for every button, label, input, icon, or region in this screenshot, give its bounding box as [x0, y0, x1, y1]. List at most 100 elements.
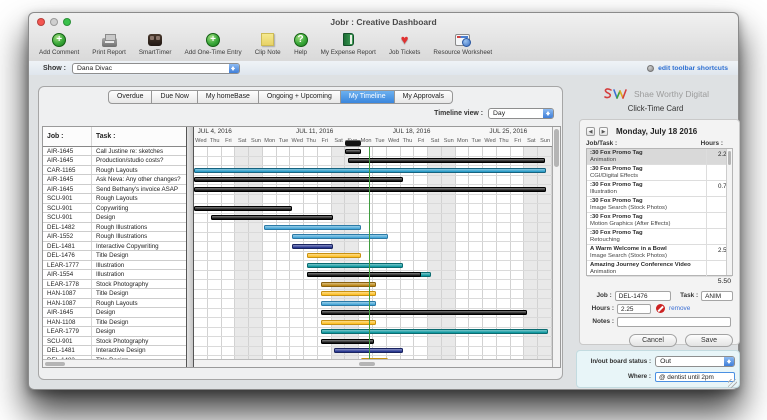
table-row[interactable]: DEL-1481Interactive Copywriting [43, 242, 186, 252]
prev-day-button[interactable]: ◀ [586, 127, 595, 136]
table-row[interactable]: LEAR-1779Design [43, 327, 186, 337]
edit-toolbar-shortcuts-link[interactable]: edit toolbar shortcuts [647, 65, 728, 72]
titlebar[interactable]: Jobr : Creative Dashboard [29, 13, 738, 30]
toolbar-item-resource-worksheet[interactable]: Resource Worksheet [433, 31, 492, 56]
gantt-bar-black[interactable] [321, 310, 528, 315]
minimize-button[interactable] [50, 18, 58, 26]
gantt-row[interactable] [194, 318, 552, 328]
toolbar-item-smart-timer[interactable]: SmartTimer [139, 31, 172, 56]
table-row[interactable]: AIR-1645Call Justine re: sketches [43, 147, 186, 157]
save-button[interactable]: Save [685, 334, 733, 347]
gantt-bar-black[interactable] [194, 177, 403, 182]
table-row[interactable]: SCU-901Rough Layouts [43, 194, 186, 204]
hours-field[interactable]: 2.25 [617, 304, 651, 314]
table-row[interactable]: AIR-1554Illustration [43, 270, 186, 280]
gantt-row[interactable] [194, 347, 552, 357]
timeline-hscroll-thumb[interactable] [359, 362, 375, 367]
time-entry-row[interactable]: :30 Fox Promo TagMotion Graphics (After … [587, 213, 732, 229]
gantt-bar-black[interactable] [307, 272, 421, 277]
table-row[interactable]: HAN-1087Title Design [43, 289, 186, 299]
gantt-bar-lightblue[interactable] [321, 301, 376, 306]
tab-my-approvals[interactable]: My Approvals [395, 90, 453, 104]
gantt-bar-lightblue[interactable] [264, 225, 360, 230]
table-row[interactable]: DEL-1482Rough Illustrations [43, 223, 186, 233]
tab-due-now[interactable]: Due Now [152, 90, 197, 104]
tab-my-homebase[interactable]: My homeBase [198, 90, 259, 104]
time-entry-row[interactable]: :30 Fox Promo TagImage Search (Stock Pho… [587, 197, 732, 213]
toolbar-item-add-comment[interactable]: +Add Comment [39, 31, 79, 56]
job-list-hscroll-thumb[interactable] [45, 362, 65, 367]
gantt-row[interactable] [194, 261, 552, 271]
cancel-button[interactable]: Cancel [629, 334, 677, 347]
gantt-bar-teal[interactable] [321, 329, 548, 334]
table-row[interactable]: HAN-1087Rough Layouts [43, 299, 186, 309]
toolbar-item-print-report[interactable]: Print Report [92, 31, 126, 56]
table-row[interactable]: AIR-1645Production/studio costs? [43, 156, 186, 166]
task-field[interactable]: ANIM [701, 291, 733, 301]
table-row[interactable]: DEL-1481Interactive Design [43, 346, 186, 356]
gantt-row[interactable] [194, 299, 552, 309]
toolbar-item-my-expense-report[interactable]: My Expense Report [321, 31, 376, 56]
table-row[interactable]: SCU-901Stock Photography [43, 337, 186, 347]
gantt-row[interactable] [194, 252, 552, 262]
close-button[interactable] [37, 18, 45, 26]
table-row[interactable]: AIR-1645Send Bethany's invoice ASAP [43, 185, 186, 195]
gantt-row[interactable] [194, 280, 552, 290]
gantt-row[interactable] [194, 242, 552, 252]
time-entry-row[interactable]: :30 Fox Promo TagIllustration0.75 [587, 181, 732, 197]
gantt-row[interactable] [194, 147, 552, 157]
pane-splitter[interactable] [186, 127, 194, 367]
gantt-row[interactable] [194, 176, 552, 186]
table-row[interactable]: LEAR-1777Illustration [43, 261, 186, 271]
gantt-bar-yellow[interactable] [321, 291, 376, 296]
gantt-row[interactable] [194, 166, 552, 176]
next-day-button[interactable]: ▶ [599, 127, 608, 136]
tab-my-timeline[interactable]: My Timeline [341, 90, 395, 104]
tab-overdue[interactable]: Overdue [108, 90, 152, 104]
table-row[interactable]: SCU-901Design [43, 213, 186, 223]
time-entry-row[interactable]: :30 Fox Promo TagRetouching [587, 229, 732, 245]
time-entry-row[interactable]: :30 Fox Promo TagAnimation2.25 [587, 149, 732, 165]
gantt-bar-black[interactable] [321, 339, 375, 344]
gantt-bar-teal[interactable] [307, 263, 403, 268]
gantt-bar-black[interactable] [211, 215, 334, 220]
remove-link[interactable]: remove [669, 305, 690, 312]
table-row[interactable]: LEAR-1778Stock Photography [43, 280, 186, 290]
gantt-row[interactable] [194, 290, 552, 300]
gantt-bar-lightblue[interactable] [292, 234, 388, 239]
timeline-hscrollbar[interactable] [194, 359, 552, 367]
job-field[interactable]: DEL-1476 [615, 291, 671, 301]
gantt-row[interactable] [194, 271, 552, 281]
gantt-row[interactable] [194, 309, 552, 319]
toolbar-item-clip-note[interactable]: Clip Note [255, 31, 281, 56]
gantt-row[interactable] [194, 204, 552, 214]
table-row[interactable]: AIR-1645Design [43, 308, 186, 318]
time-entry-row[interactable]: A Warm Welcome in a BowlImage Search (St… [587, 245, 732, 261]
gantt-bar-ochre[interactable] [321, 282, 376, 287]
table-row[interactable]: HAN-1108Title Design [43, 318, 186, 328]
gantt-row[interactable] [194, 185, 552, 195]
time-entry-row[interactable]: :30 Fox Promo TagCGI/Digital Effects [587, 165, 732, 181]
tab-ongoing-upcoming[interactable]: Ongoing + Upcoming [259, 90, 341, 104]
gantt-bar-black[interactable] [348, 158, 545, 163]
show-user-dropdown[interactable]: Dana Divac [72, 63, 240, 74]
gantt-row[interactable] [194, 328, 552, 338]
table-row[interactable]: DEL-1476Title Design [43, 251, 186, 261]
table-row[interactable]: CAR-1165Rough Layouts [43, 166, 186, 176]
zoom-button[interactable] [63, 18, 71, 26]
gantt-bar-black[interactable] [194, 206, 292, 211]
gantt-bar-black[interactable] [345, 149, 360, 154]
toolbar-item-add-one-time-entry[interactable]: +Add One-Time Entry [185, 31, 242, 56]
gantt-bar-yellow[interactable] [307, 253, 361, 258]
notes-field[interactable] [617, 317, 731, 327]
gantt-row[interactable] [194, 233, 552, 243]
timeline-vscrollbar[interactable] [552, 127, 560, 367]
toolbar-item-help[interactable]: ?Help [294, 31, 308, 56]
gantt-row[interactable] [194, 337, 552, 347]
table-row[interactable]: AIR-1552Rough Illustrations [43, 232, 186, 242]
table-row[interactable]: AIR-1645Ask Neva: Any other changes? [43, 175, 186, 185]
inout-status-dropdown[interactable]: Out [655, 356, 735, 367]
table-row[interactable]: SCU-901Copywriting [43, 204, 186, 214]
gantt-bar-navy[interactable] [292, 244, 333, 249]
entry-list-scrollbar[interactable] [726, 149, 732, 275]
